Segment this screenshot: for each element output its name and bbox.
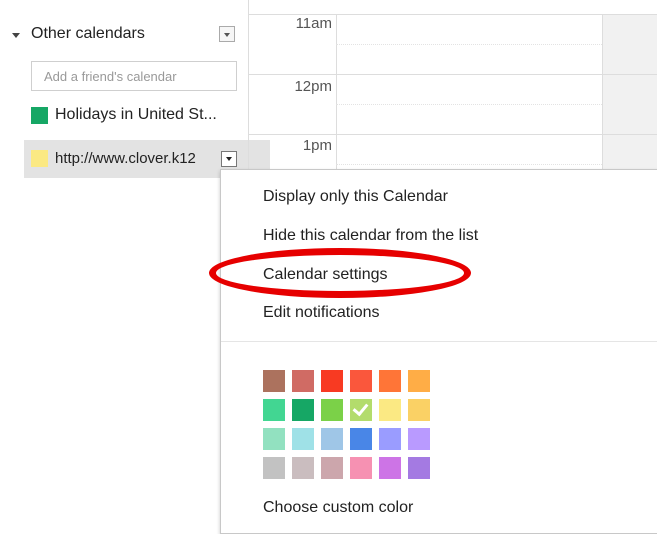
hour-line xyxy=(248,74,657,75)
color-swatch[interactable] xyxy=(408,457,430,479)
color-swatch[interactable] xyxy=(321,428,343,450)
other-calendars-header[interactable]: Other calendars xyxy=(12,24,242,48)
color-swatch[interactable] xyxy=(408,399,430,421)
calendar-label: Holidays in United St... xyxy=(55,106,217,123)
color-swatch[interactable] xyxy=(292,457,314,479)
menu-item-hide-calendar[interactable]: Hide this calendar from the list xyxy=(263,227,478,245)
chevron-down-icon xyxy=(226,157,232,161)
adjacent-day-column xyxy=(602,14,657,174)
color-swatch[interactable] xyxy=(408,428,430,450)
calendar-label: http://www.clover.k12 xyxy=(55,150,196,167)
color-swatch[interactable] xyxy=(263,399,285,421)
section-title: Other calendars xyxy=(31,25,145,42)
hour-line xyxy=(248,134,657,135)
color-swatch[interactable] xyxy=(379,457,401,479)
highlight-annotation xyxy=(209,248,471,298)
half-hour-line xyxy=(336,104,602,105)
color-swatch[interactable] xyxy=(263,370,285,392)
color-swatch[interactable] xyxy=(350,428,372,450)
color-swatch[interactable] xyxy=(408,370,430,392)
checkmark-icon xyxy=(352,399,369,417)
color-swatch[interactable] xyxy=(292,399,314,421)
color-swatch[interactable] xyxy=(292,370,314,392)
calendar-color-swatch xyxy=(31,107,48,124)
color-swatch[interactable] xyxy=(379,399,401,421)
calendar-options-button[interactable] xyxy=(221,151,237,167)
color-swatch[interactable] xyxy=(379,428,401,450)
day-column-separator xyxy=(336,14,337,174)
menu-divider xyxy=(221,341,657,342)
time-label: 11am xyxy=(295,15,332,32)
color-swatch[interactable] xyxy=(379,370,401,392)
color-swatch[interactable] xyxy=(263,457,285,479)
half-hour-line xyxy=(336,164,602,165)
color-swatch[interactable] xyxy=(350,399,372,421)
half-hour-line xyxy=(336,44,602,45)
color-swatch[interactable] xyxy=(321,457,343,479)
color-swatch[interactable] xyxy=(321,370,343,392)
calendar-item-holidays[interactable]: Holidays in United St... xyxy=(0,98,248,134)
color-swatch[interactable] xyxy=(350,457,372,479)
color-swatch[interactable] xyxy=(292,428,314,450)
menu-item-display-only[interactable]: Display only this Calendar xyxy=(263,188,448,206)
color-swatch[interactable] xyxy=(350,370,372,392)
calendar-options-menu: Display only this Calendar Hide this cal… xyxy=(220,169,657,534)
section-menu-button[interactable] xyxy=(219,26,235,42)
time-label: 1pm xyxy=(302,137,332,154)
color-swatch[interactable] xyxy=(321,399,343,421)
menu-item-edit-notifications[interactable]: Edit notifications xyxy=(263,304,380,322)
time-label: 12pm xyxy=(294,78,332,95)
sidebar: Other calendars Holidays in United St...… xyxy=(0,0,270,531)
chevron-down-icon xyxy=(224,33,230,37)
collapse-caret-icon[interactable] xyxy=(12,33,20,38)
color-swatch[interactable] xyxy=(263,428,285,450)
add-friend-calendar-input[interactable] xyxy=(31,61,237,91)
calendar-color-swatch xyxy=(31,150,48,167)
choose-custom-color-link[interactable]: Choose custom color xyxy=(263,499,413,517)
